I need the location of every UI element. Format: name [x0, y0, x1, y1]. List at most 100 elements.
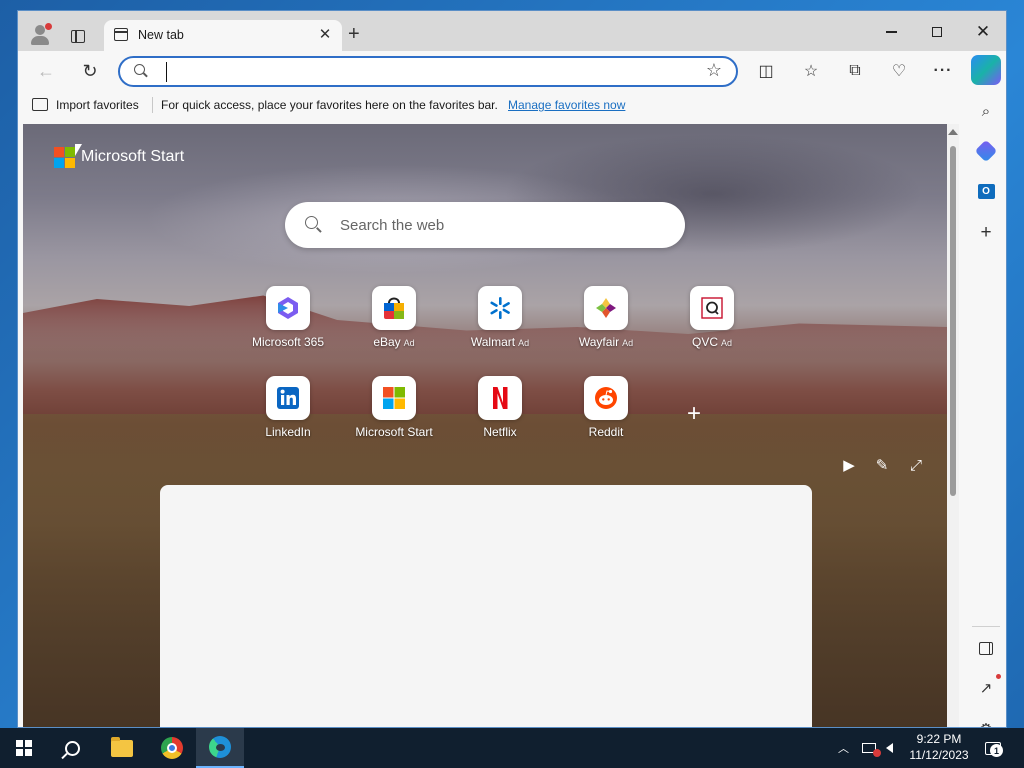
chrome-icon[interactable] [148, 728, 196, 768]
sidebar-settings-gear-icon[interactable]: ⚙ [974, 717, 998, 727]
import-favorites-button[interactable]: Import favorites [56, 98, 139, 112]
search-icon [305, 216, 323, 234]
clock-date: 11/12/2023 [909, 748, 969, 762]
quick-link-label: Wayfair [578, 335, 620, 349]
tab-title: New tab [138, 28, 184, 42]
add-site-plus-icon[interactable]: + [687, 400, 701, 428]
ad-badge: Ad [622, 338, 634, 348]
new-tab-button[interactable]: + [348, 24, 360, 44]
linkedin-icon [266, 376, 310, 420]
collections-icon[interactable]: ⧉ [841, 57, 869, 85]
windows-logo-icon [16, 740, 32, 756]
close-tab-icon[interactable]: ✕ [316, 26, 334, 44]
web-search-placeholder: Search the web [340, 217, 445, 234]
minimize-button[interactable] [868, 18, 914, 46]
manage-favorites-link[interactable]: Manage favorites now [508, 98, 625, 112]
more-options-icon[interactable]: ··· [929, 57, 957, 85]
profile-avatar-icon[interactable] [28, 23, 52, 47]
favorites-divider [152, 97, 153, 113]
maximize-button[interactable] [914, 18, 960, 46]
hide-sidebar-icon[interactable] [974, 636, 998, 660]
notification-count-badge: 1 [990, 744, 1003, 757]
microsoft-365-icon [266, 286, 310, 330]
taskbar-search-icon[interactable] [48, 728, 96, 768]
quick-link-label: QVC [691, 335, 718, 349]
tab-new-tab[interactable]: New tab ✕ [104, 20, 342, 51]
web-search-box[interactable]: Search the web [285, 202, 685, 248]
ad-badge: Ad [721, 338, 733, 348]
netflix-icon [478, 376, 522, 420]
news-feed-panel [160, 485, 812, 727]
toolbar: ← ↻ ☆ ◫ ☆ ⧉ ♡ ··· [18, 51, 1006, 91]
favorite-star-icon[interactable]: ☆ [706, 60, 722, 81]
favorites-icon[interactable]: ☆ [797, 57, 825, 85]
address-input[interactable] [166, 62, 686, 82]
refresh-icon[interactable]: ↻ [76, 57, 104, 85]
microsoft-start-title[interactable]: Microsoft Start [81, 148, 184, 166]
edge-icon[interactable] [196, 728, 244, 768]
browser-window: New tab ✕ + ✕ ← ↻ ☆ ◫ ☆ ⧉ ♡ ··· Import f… [17, 10, 1007, 728]
import-favorites-icon[interactable] [32, 98, 48, 111]
page-settings-icon[interactable]: ✎ [871, 454, 893, 476]
back-arrow-icon[interactable]: ← [32, 57, 60, 85]
tab-actions-icon[interactable] [66, 24, 90, 48]
show-hidden-icons-chevron-icon[interactable]: ︿ [838, 728, 849, 768]
address-bar[interactable]: ☆ [118, 56, 738, 87]
quick-link-label: LinkedIn [265, 425, 311, 439]
quick-link-label: Walmart [470, 335, 516, 349]
quick-link-label: Microsoft 365 [251, 335, 325, 349]
quick-link-label: Reddit [588, 425, 624, 439]
taskbar: ︿ 9:22 PM 11/12/2023 1 [0, 728, 1024, 768]
clock-time: 9:22 PM [916, 732, 962, 746]
scrollbar-thumb[interactable] [950, 146, 956, 496]
mouse-cursor-icon [75, 144, 82, 156]
split-screen-icon[interactable]: ◫ [752, 57, 780, 85]
favorites-bar-message: For quick access, place your favorites h… [161, 98, 498, 112]
taskbar-clock[interactable]: 9:22 PM 11/12/2023 [904, 731, 974, 763]
close-window-button[interactable]: ✕ [960, 18, 1006, 46]
favorites-bar: Import favorites For quick access, place… [18, 91, 968, 119]
sidebar-copilot-icon[interactable] [974, 139, 998, 163]
copilot-icon[interactable] [971, 55, 1001, 85]
sidebar-search-icon[interactable]: ⌕ [974, 99, 998, 123]
start-button[interactable] [0, 728, 48, 768]
quick-link-label: Netflix [483, 425, 517, 439]
add-sidebar-app-icon[interactable]: + [974, 221, 998, 245]
new-tab-favicon-icon [114, 28, 128, 41]
page-scrollbar[interactable] [947, 124, 959, 727]
notification-center-icon[interactable]: 1 [980, 736, 1006, 760]
tab-bar: New tab ✕ + ✕ [18, 11, 1006, 51]
outlook-icon[interactable]: O [974, 179, 998, 203]
quick-link-microsoft-365[interactable]: Microsoft 365 [235, 284, 341, 364]
wayfair-icon [584, 286, 628, 330]
ebay-icon [372, 286, 416, 330]
quick-link-wayfair[interactable]: Wayfair Ad [553, 284, 659, 364]
browser-essentials-icon[interactable]: ♡ [885, 57, 913, 85]
microsoft-start-icon [372, 376, 416, 420]
quick-link-microsoft-start[interactable]: Microsoft Start [341, 374, 447, 454]
open-external-icon[interactable]: ↗ [974, 674, 1001, 700]
quick-link-netflix[interactable]: Netflix [447, 374, 553, 454]
ad-badge: Ad [403, 338, 415, 348]
file-explorer-icon[interactable] [98, 728, 146, 768]
reddit-icon [584, 376, 628, 420]
quick-link-linkedin[interactable]: LinkedIn [235, 374, 341, 454]
volume-icon[interactable] [886, 728, 893, 768]
quick-link-label: Microsoft Start [355, 425, 433, 439]
qvc-icon [690, 286, 734, 330]
search-icon [134, 64, 148, 78]
quick-links: Microsoft 365 eBay Ad Walmart Ad Wayfair Ad [235, 284, 775, 454]
expand-icon[interactable]: ⤢ [905, 454, 927, 476]
scroll-up-arrow-icon[interactable] [948, 129, 958, 135]
walmart-icon [478, 286, 522, 330]
quick-link-walmart[interactable]: Walmart Ad [447, 284, 553, 364]
new-tab-page: Microsoft Start Search the web Microsoft… [23, 124, 947, 727]
play-background-icon[interactable]: ▶ [838, 454, 860, 476]
ad-badge: Ad [518, 338, 530, 348]
edge-sidebar: ⌕ O + ↗ ⚙ [964, 91, 1006, 727]
network-icon[interactable] [862, 728, 881, 768]
quick-link-qvc[interactable]: QVC Ad [659, 284, 765, 364]
quick-link-ebay[interactable]: eBay Ad [341, 284, 447, 364]
quick-link-reddit[interactable]: Reddit [553, 374, 659, 454]
microsoft-logo-icon [54, 147, 75, 168]
